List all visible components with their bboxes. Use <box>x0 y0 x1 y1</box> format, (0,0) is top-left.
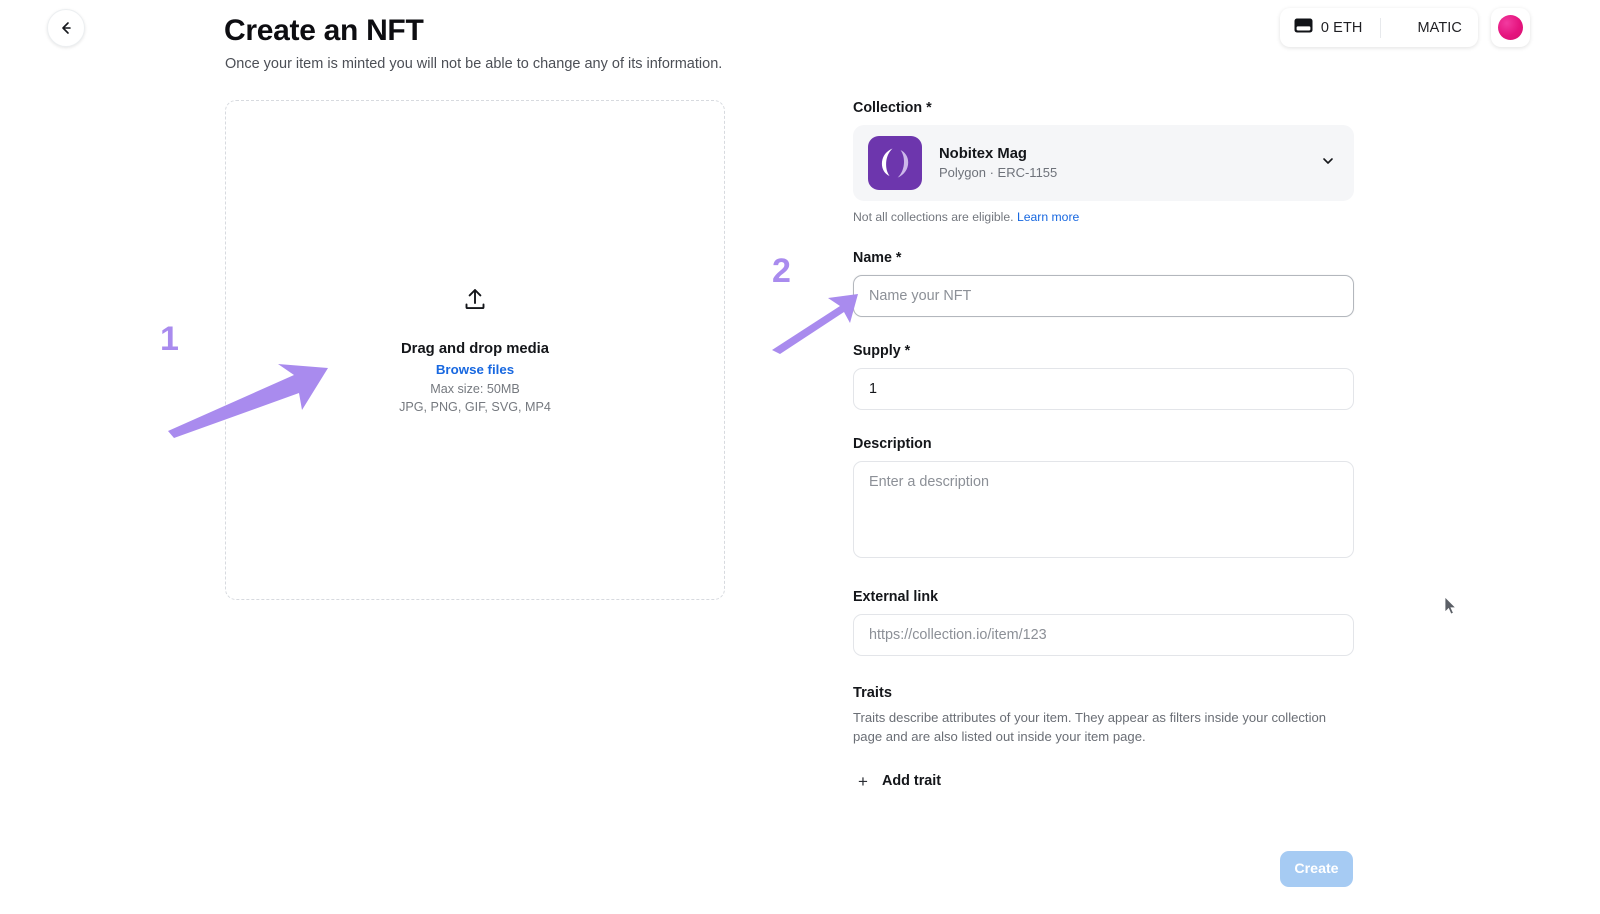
page-title: Create an NFT <box>224 14 423 48</box>
eligibility-text: Not all collections are eligible. <box>853 210 1014 224</box>
supply-label: Supply * <box>853 343 1354 359</box>
traits-description: Traits describe attributes of your item.… <box>853 709 1345 747</box>
wallet-pill[interactable]: 0 ETH MATIC <box>1280 8 1478 47</box>
learn-more-link[interactable]: Learn more <box>1017 210 1079 224</box>
plus-icon: + <box>858 773 868 790</box>
browse-files-link[interactable]: Browse files <box>436 362 514 377</box>
create-button[interactable]: Create <box>1280 851 1353 887</box>
description-textarea[interactable] <box>853 461 1354 558</box>
arrow-left-icon <box>58 20 74 36</box>
media-dropzone[interactable]: Drag and drop media Browse files Max siz… <box>225 100 725 600</box>
annotation-step-1-number: 1 <box>160 320 179 359</box>
supply-input[interactable] <box>853 368 1354 410</box>
wallet-balance: 0 ETH <box>1321 20 1363 36</box>
back-button[interactable] <box>47 9 85 47</box>
nft-form: Collection * Nobitex Mag Polygon · ERC-1… <box>853 100 1354 792</box>
annotation-step-2-number: 2 <box>772 252 791 291</box>
name-label: Name * <box>853 250 1354 266</box>
name-input[interactable] <box>853 275 1354 317</box>
mouse-cursor <box>1444 596 1458 616</box>
page-subtitle: Once your item is minted you will not be… <box>225 56 722 72</box>
external-link-input[interactable] <box>853 614 1354 656</box>
collection-eligibility-note: Not all collections are eligible. Learn … <box>853 210 1354 224</box>
add-trait-label: Add trait <box>882 773 941 789</box>
upload-icon <box>462 286 488 317</box>
collection-name: Nobitex Mag <box>939 146 1057 162</box>
wallet-divider <box>1380 18 1381 38</box>
annotation-step-2-arrow <box>766 290 861 355</box>
traits-heading: Traits <box>853 685 1354 701</box>
profile-avatar-button[interactable] <box>1491 8 1530 47</box>
collection-avatar <box>868 136 922 190</box>
dropzone-formats: JPG, PNG, GIF, SVG, MP4 <box>399 400 551 414</box>
chevron-down-icon[interactable] <box>1320 153 1336 174</box>
dropzone-title: Drag and drop media <box>401 341 549 357</box>
profile-avatar-icon <box>1498 15 1523 40</box>
add-trait-button[interactable]: + Add trait <box>853 773 941 790</box>
wallet-icon <box>1294 18 1313 38</box>
collection-label: Collection * <box>853 100 1354 116</box>
dropzone-max-size: Max size: 50MB <box>430 382 520 396</box>
external-link-label: External link <box>853 589 1354 605</box>
collection-meta: Polygon · ERC-1155 <box>939 165 1057 180</box>
description-label: Description <box>853 436 1354 452</box>
wallet-network: MATIC <box>1399 20 1462 36</box>
create-nft-page: 0 ETH MATIC Create an NFT Once your item… <box>0 0 1600 914</box>
collection-selector[interactable]: Nobitex Mag Polygon · ERC-1155 <box>853 125 1354 201</box>
